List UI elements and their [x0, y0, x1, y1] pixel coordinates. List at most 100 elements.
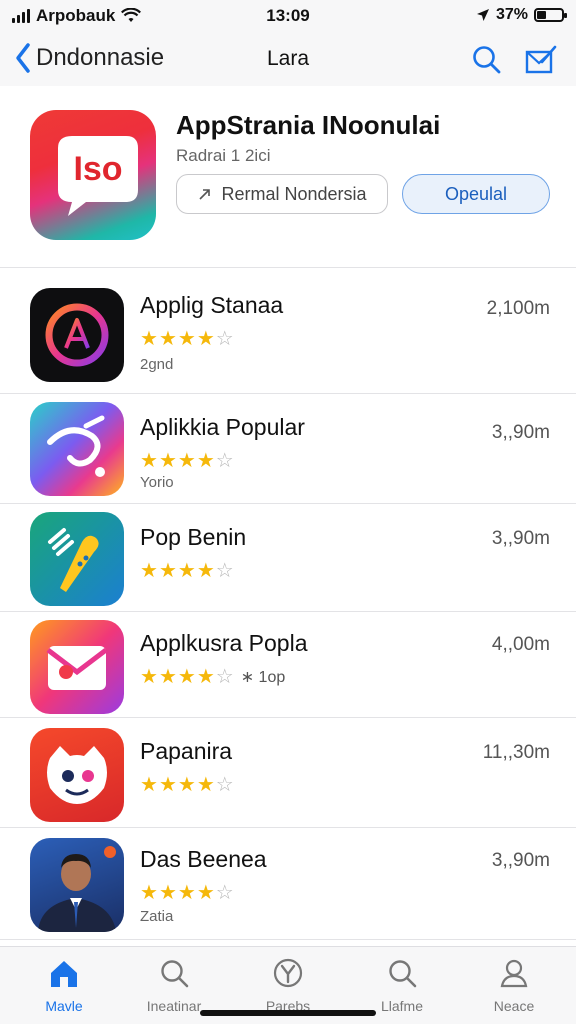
app-icon	[30, 620, 124, 714]
star-rating: ★ ★ ★ ★ ☆	[140, 448, 235, 473]
status-bar: Arpobauk 13:09 37%	[0, 0, 576, 34]
app-size: 2,100m	[486, 298, 550, 319]
star-filled-icon: ★	[158, 560, 178, 582]
star-empty-icon: ☆	[215, 450, 235, 472]
app-icon	[30, 728, 124, 822]
search-button[interactable]	[472, 44, 502, 81]
navigation-bar: Dndonnasie Lara	[0, 34, 576, 86]
star-empty-icon: ☆	[215, 560, 235, 582]
star-filled-icon: ★	[140, 882, 159, 904]
star-filled-icon: ★	[196, 882, 216, 904]
person-portrait-icon	[38, 846, 116, 932]
envelope-icon	[46, 646, 108, 690]
star-rating: ★ ★ ★ ★ ☆	[140, 772, 235, 797]
app-icon	[30, 402, 124, 496]
star-filled-icon: ★	[158, 882, 178, 904]
star-empty-icon: ☆	[215, 882, 235, 904]
tab-parebs[interactable]: Parebs	[238, 957, 338, 1014]
location-arrow-icon	[476, 9, 489, 21]
star-filled-icon: ★	[177, 882, 197, 904]
star-filled-icon: ★	[177, 774, 197, 796]
app-size: 11,,30m	[482, 742, 550, 763]
app-name: Pop Benin	[140, 524, 247, 550]
tab-neace[interactable]: Neace	[464, 957, 564, 1014]
person-icon	[500, 959, 528, 988]
rating-extra: ∗ 1op	[240, 668, 286, 686]
search-icon	[161, 960, 189, 988]
app-icon	[30, 288, 124, 382]
speech-bubble-icon: Iso	[58, 136, 138, 216]
battery-fill	[537, 11, 546, 19]
microphone-icon	[48, 528, 99, 592]
tab-label: Neace	[493, 998, 535, 1014]
star-filled-icon: ★	[196, 774, 216, 796]
battery-percent: 37%	[495, 6, 528, 23]
search-icon	[389, 960, 417, 988]
app-row[interactable]: Applig Stanaa ★ ★ ★ ★ ☆ 2gnd 2,100m	[0, 268, 576, 394]
cat-face-icon	[47, 746, 107, 804]
primary-action-button[interactable]: Opeulal	[402, 174, 550, 214]
app-name: Aplikkia Popular	[140, 414, 305, 440]
star-rating: ★ ★ ★ ★ ☆ ∗ 1op	[140, 664, 285, 689]
app-meta: Yorio	[140, 474, 174, 491]
star-filled-icon: ★	[158, 666, 178, 688]
star-empty-icon: ☆	[215, 328, 235, 350]
star-filled-icon: ★	[158, 328, 178, 350]
star-filled-icon: ★	[177, 666, 197, 688]
star-filled-icon: ★	[158, 774, 178, 796]
secondary-action-button[interactable]: Rermal Nondersia	[176, 174, 388, 214]
featured-icon-text: Iso	[73, 150, 122, 188]
app-size: 3,,90m	[491, 422, 550, 443]
compose-icon	[525, 45, 557, 74]
star-filled-icon: ★	[158, 450, 178, 472]
app-row[interactable]: Applkusra Popla ★ ★ ★ ★ ☆ ∗ 1op 4,,00m	[0, 612, 576, 718]
star-empty-icon: ☆	[215, 774, 235, 796]
app-size: 4,,00m	[491, 634, 550, 655]
app-name: Applkusra Popla	[140, 630, 308, 656]
star-rating: ★ ★ ★ ★ ☆	[140, 880, 235, 905]
app-name: Das Beenea	[140, 846, 267, 872]
y-badge-icon	[273, 958, 303, 988]
star-empty-icon: ☆	[215, 666, 235, 688]
home-icon	[51, 961, 77, 987]
app-row[interactable]: Aplikkia Popular ★ ★ ★ ★ ☆ Yorio 3,,90m	[0, 394, 576, 504]
featured-app-icon[interactable]: Iso	[30, 110, 156, 240]
search-icon	[473, 46, 501, 74]
tab-llafme[interactable]: Llafme	[352, 957, 452, 1014]
status-right: 37%	[476, 6, 567, 24]
tab-home[interactable]: Mavle	[14, 957, 114, 1014]
app-name: Papanira	[140, 738, 233, 764]
arrow-icon	[199, 189, 211, 200]
app-size: 3,,90m	[491, 850, 550, 871]
featured-app-header: Iso AppStrania INoonulai Radrai 1 2ici R…	[0, 86, 576, 268]
star-filled-icon: ★	[177, 328, 197, 350]
star-filled-icon: ★	[140, 328, 159, 350]
app-meta: 2gnd	[140, 356, 174, 373]
star-filled-icon: ★	[196, 666, 216, 688]
app-icon	[30, 838, 124, 932]
star-filled-icon: ★	[196, 560, 216, 582]
app-row[interactable]: Papanira ★ ★ ★ ★ ☆ 11,,30m	[0, 718, 576, 828]
star-filled-icon: ★	[140, 774, 159, 796]
app-meta: Zatia	[140, 908, 174, 925]
star-filled-icon: ★	[140, 450, 159, 472]
star-filled-icon: ★	[140, 666, 159, 688]
swirl-logo-icon	[47, 415, 105, 477]
compose-button[interactable]	[524, 44, 558, 81]
featured-app-subtitle: Radrai 1 2ici	[176, 146, 271, 165]
app-size: 3,,90m	[491, 528, 550, 549]
star-filled-icon: ★	[177, 560, 197, 582]
secondary-action-label: Rermal Nondersia	[221, 183, 367, 204]
primary-action-label: Opeulal	[444, 183, 508, 204]
app-row[interactable]: Das Beenea ★ ★ ★ ★ ☆ Zatia 3,,90m	[0, 828, 576, 940]
app-row[interactable]: Pop Benin ★ ★ ★ ★ ☆ 3,,90m	[0, 504, 576, 612]
star-rating: ★ ★ ★ ★ ☆	[140, 558, 235, 583]
tab-search[interactable]: Ineatinar	[124, 957, 224, 1014]
star-filled-icon: ★	[177, 450, 197, 472]
home-indicator[interactable]	[200, 1010, 376, 1016]
battery-icon	[534, 8, 567, 22]
featured-app-title: AppStrania INoonulai	[176, 110, 441, 140]
app-icon	[30, 512, 124, 606]
ring-logo-icon	[45, 303, 109, 367]
star-filled-icon: ★	[196, 450, 216, 472]
